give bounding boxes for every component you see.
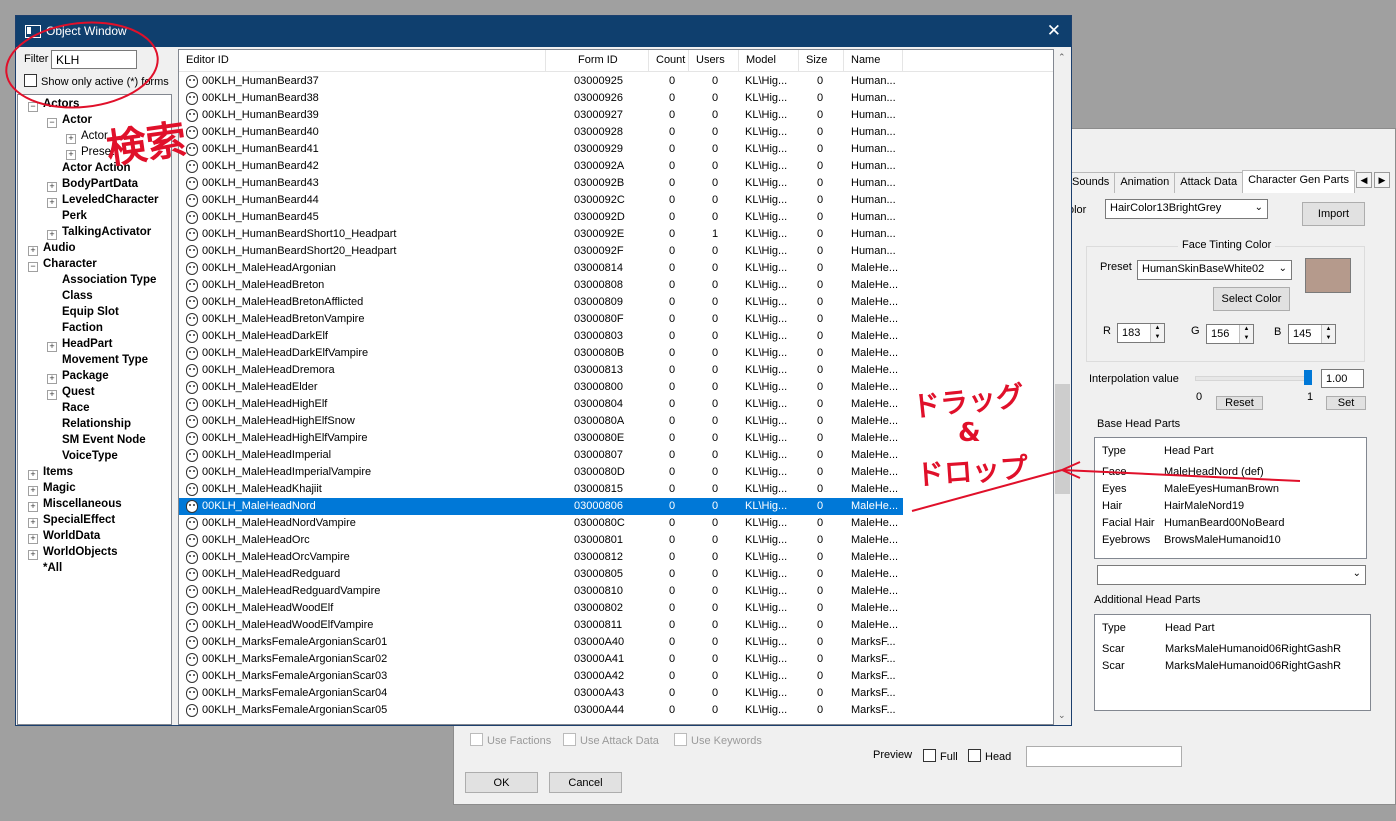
search-note: 検索	[103, 116, 190, 174]
drag-note-2: ドロップ	[915, 451, 1030, 492]
drag-arrow-mark	[1061, 461, 1301, 482]
drag-note-amp: &	[958, 418, 981, 448]
filter-circle-mark	[5, 21, 159, 109]
annotation-layer	[5, 21, 1301, 512]
